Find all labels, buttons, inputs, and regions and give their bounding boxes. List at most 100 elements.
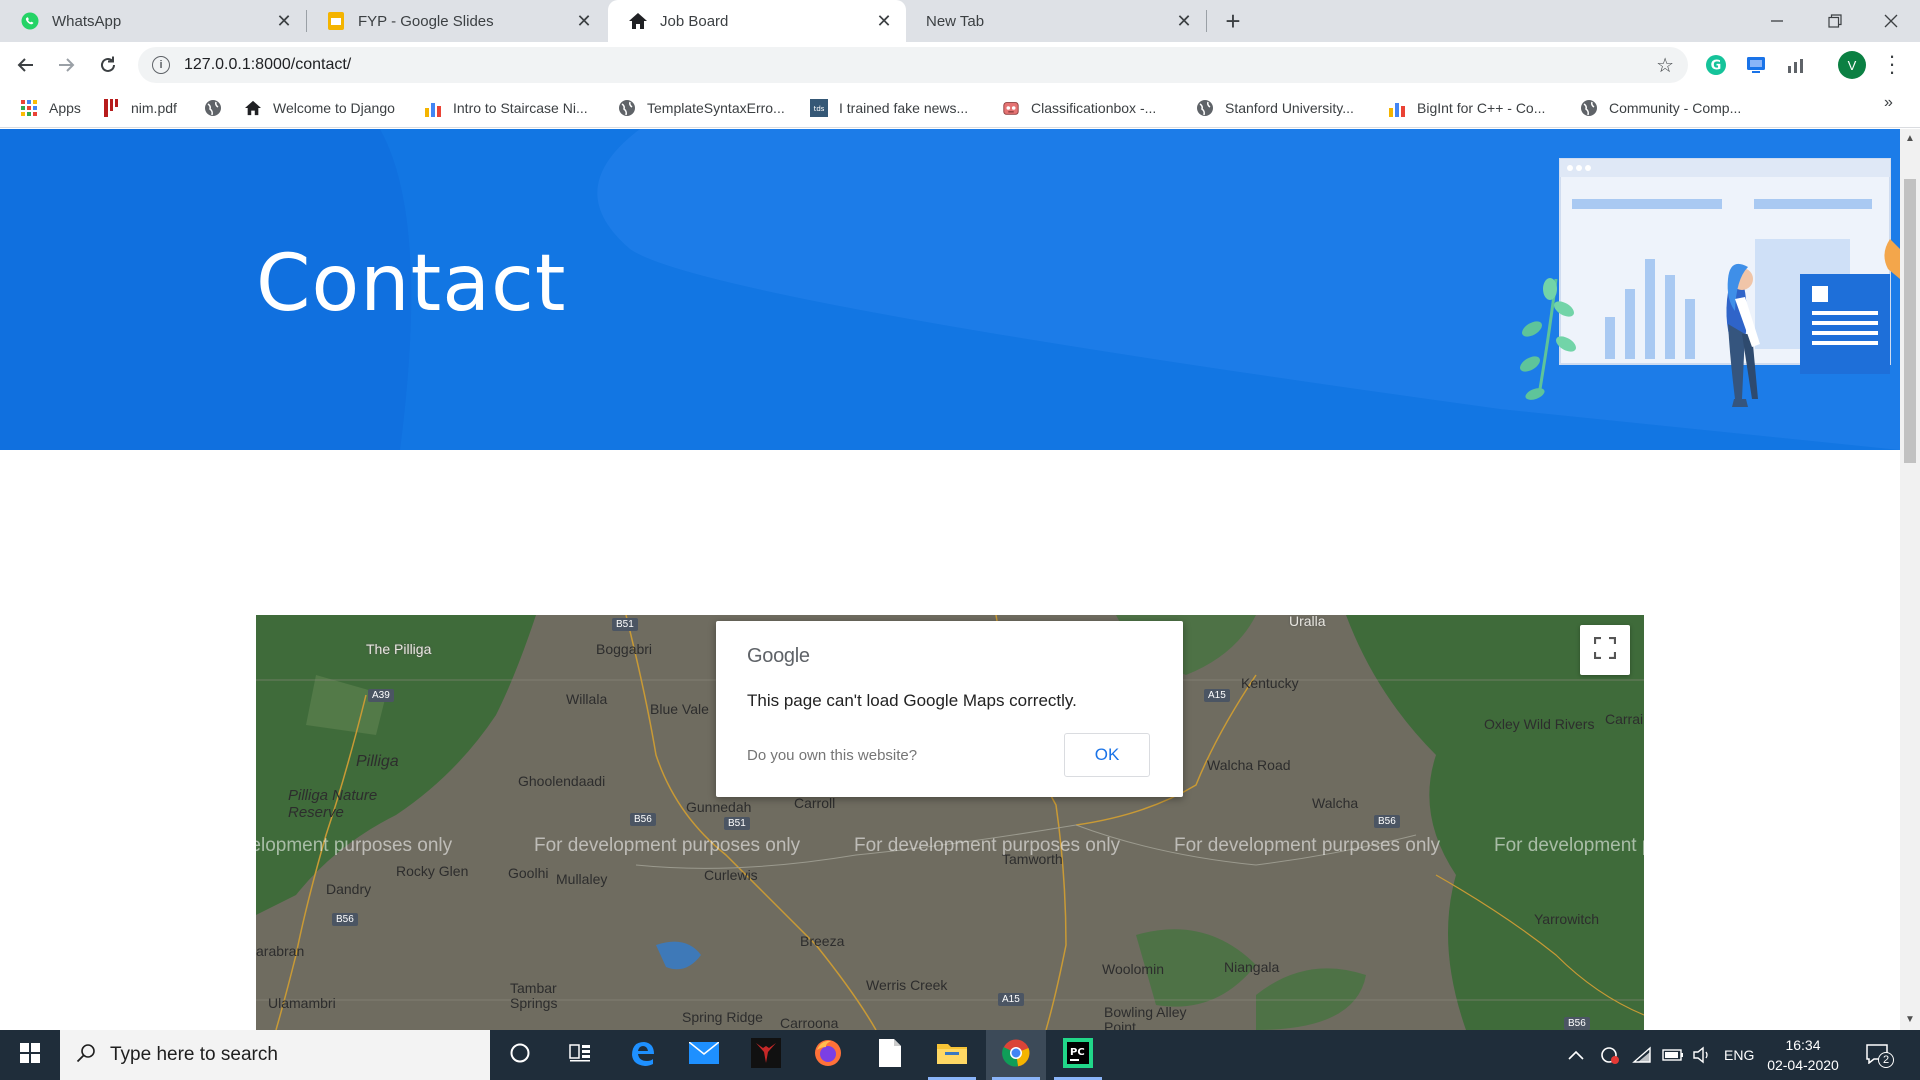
- bookmark-classificationbox[interactable]: Classificationbox -...: [1002, 96, 1156, 120]
- road-number-badge: B51: [724, 817, 750, 830]
- map-place-label: Ulamambri: [268, 995, 336, 1011]
- cortana-button[interactable]: [490, 1030, 550, 1080]
- reload-button[interactable]: [92, 49, 124, 81]
- ok-button[interactable]: OK: [1064, 733, 1150, 777]
- tab-whatsapp[interactable]: WhatsApp ✕: [0, 0, 306, 42]
- scroll-thumb[interactable]: [1904, 179, 1916, 463]
- bookmark-nim-pdf[interactable]: nim.pdf: [102, 96, 177, 120]
- close-icon[interactable]: ✕: [574, 11, 594, 31]
- google-slides-icon: [326, 11, 346, 31]
- close-icon[interactable]: ✕: [874, 11, 894, 31]
- map-place-label: arabran: [256, 943, 305, 959]
- bookmarks-overflow-icon[interactable]: »: [1884, 94, 1893, 112]
- tab-title: New Tab: [926, 12, 985, 30]
- chrome-menu-icon[interactable]: · · ·: [1882, 45, 1902, 83]
- svg-text:tds: tds: [814, 105, 825, 113]
- globe-icon: [1580, 99, 1598, 117]
- screen-extension-icon[interactable]: [1742, 51, 1770, 79]
- close-icon[interactable]: ✕: [1174, 11, 1194, 31]
- scroll-down-arrow-icon[interactable]: ▼: [1905, 1014, 1915, 1025]
- taskbar-search[interactable]: Type here to search: [60, 1030, 490, 1080]
- close-window-button[interactable]: [1862, 0, 1920, 42]
- taskbar-notepad[interactable]: [860, 1030, 920, 1080]
- map-place-label: Walcha: [1312, 795, 1359, 811]
- grammarly-icon[interactable]: G: [1702, 51, 1730, 79]
- bookmark-fake-news[interactable]: tds I trained fake news...: [810, 96, 968, 120]
- clock-date: 02-04-2020: [1767, 1057, 1839, 1073]
- forward-button[interactable]: [50, 49, 82, 81]
- scroll-up-arrow-icon[interactable]: ▲: [1905, 133, 1915, 144]
- back-button[interactable]: [10, 49, 42, 81]
- bookmark-label: Community - Comp...: [1609, 100, 1742, 116]
- road-number-badge: A39: [368, 689, 394, 702]
- battery-icon[interactable]: [1662, 1030, 1684, 1080]
- taskbar-file-explorer[interactable]: [922, 1030, 982, 1080]
- bookmarks-bar: Apps nim.pdf Welcome to Django Intro to …: [0, 88, 1920, 128]
- start-button[interactable]: [0, 1030, 60, 1080]
- info-icon[interactable]: i: [152, 56, 170, 74]
- taskbar-mail[interactable]: [674, 1030, 734, 1080]
- task-view-button[interactable]: [550, 1030, 610, 1080]
- taskbar-clock[interactable]: 16:34 02-04-2020: [1758, 1035, 1848, 1075]
- map-place-label: Carrai: [1605, 711, 1644, 727]
- map-place-label: Kentucky: [1241, 675, 1299, 691]
- map-place-label: Gunnedah: [686, 799, 752, 815]
- action-center-button[interactable]: 2: [1866, 1030, 1894, 1080]
- bookmark-staircase[interactable]: Intro to Staircase Ni...: [424, 96, 588, 120]
- task-view-icon: [569, 1043, 591, 1068]
- road-number-badge: B51: [612, 618, 638, 631]
- bookmark-star-icon[interactable]: ☆: [1656, 53, 1674, 78]
- language-indicator[interactable]: ENG: [1724, 1030, 1754, 1080]
- taskbar-firefox[interactable]: [798, 1030, 858, 1080]
- page-viewport: Contact The Pilliga Boggabri Uralla Kent…: [0, 129, 1900, 1030]
- minimize-button[interactable]: [1748, 0, 1806, 42]
- metrics-extension-icon[interactable]: [1782, 51, 1810, 79]
- address-bar[interactable]: i 127.0.0.1:8000/contact/ ☆: [138, 47, 1688, 83]
- taskbar-predator[interactable]: [736, 1030, 796, 1080]
- bookmark-community[interactable]: Community - Comp...: [1580, 96, 1741, 120]
- url-text: 127.0.0.1:8000/contact/: [184, 56, 352, 73]
- profile-avatar[interactable]: V: [1838, 51, 1866, 79]
- map-place-label: Carroll: [794, 795, 836, 811]
- fullscreen-button[interactable]: [1580, 625, 1630, 675]
- dev-watermark: For development purposes only: [854, 835, 1121, 856]
- map-place-label: Bowling Alley Point: [1104, 1004, 1187, 1031]
- fullscreen-icon: [1593, 636, 1617, 664]
- taskbar-chrome[interactable]: [986, 1030, 1046, 1080]
- wifi-icon[interactable]: [1632, 1030, 1652, 1080]
- bookmark-apps[interactable]: Apps: [20, 96, 81, 120]
- dev-watermark: For development purposes only: [1494, 835, 1644, 856]
- taskbar-edge[interactable]: [612, 1030, 672, 1080]
- mail-icon: [688, 1040, 720, 1069]
- tab-new-tab[interactable]: New Tab ✕: [906, 0, 1206, 42]
- tray-overflow-icon[interactable]: [1568, 1030, 1584, 1080]
- tab-separator: [1206, 10, 1207, 32]
- tds-icon: tds: [810, 99, 828, 117]
- tab-google-slides[interactable]: FYP - Google Slides ✕: [306, 0, 606, 42]
- road-number-badge: B56: [630, 813, 656, 826]
- bookmark-globe[interactable]: [204, 96, 233, 120]
- bookmark-welcome-django[interactable]: Welcome to Django: [244, 96, 395, 120]
- bookmark-bigint[interactable]: BigInt for C++ - Co...: [1388, 96, 1545, 120]
- restore-button[interactable]: [1806, 0, 1864, 42]
- bookmark-label: Intro to Staircase Ni...: [453, 100, 588, 116]
- map-place-label: Willala: [566, 691, 608, 707]
- own-website-question: Do you own this website?: [747, 747, 918, 764]
- road-number-badge: A15: [998, 993, 1024, 1006]
- tab-title: WhatsApp: [52, 12, 122, 30]
- map-place-label: Yarrowitch: [1534, 911, 1600, 927]
- bookmark-label: BigInt for C++ - Co...: [1417, 100, 1546, 116]
- bar-chart-icon: [424, 99, 442, 117]
- tab-job-board[interactable]: Job Board ✕: [608, 0, 906, 42]
- antivirus-tray-icon[interactable]: [1600, 1030, 1620, 1080]
- svg-text:G: G: [1711, 59, 1722, 74]
- volume-icon[interactable]: [1692, 1030, 1712, 1080]
- bookmark-label: Stanford University...: [1225, 100, 1354, 116]
- bookmark-stanford[interactable]: Stanford University...: [1196, 96, 1354, 120]
- taskbar-pycharm[interactable]: PC: [1048, 1030, 1108, 1080]
- bookmark-templatesyntax[interactable]: TemplateSyntaxErro...: [618, 96, 785, 120]
- close-icon[interactable]: ✕: [274, 11, 294, 31]
- cortana-icon: [509, 1042, 531, 1069]
- new-tab-button[interactable]: +: [1218, 6, 1248, 36]
- page-scrollbar[interactable]: ▲ ▼: [1900, 129, 1920, 1030]
